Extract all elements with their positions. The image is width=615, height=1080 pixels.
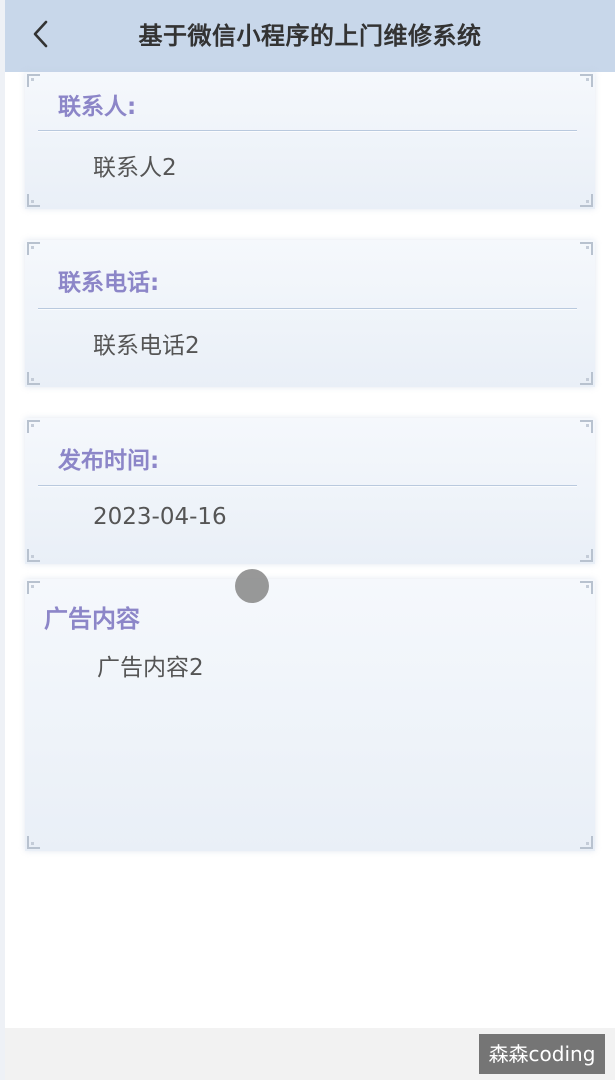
corner-bracket-icon xyxy=(27,835,41,849)
corner-bracket-icon xyxy=(579,242,593,256)
corner-bracket-icon xyxy=(27,548,41,562)
watermark: 森森coding xyxy=(479,1034,605,1074)
ad-content-label: 广告内容 xyxy=(44,605,140,633)
field-value: 联系人2 xyxy=(93,155,177,181)
field-divider xyxy=(38,308,577,309)
corner-bracket-icon xyxy=(27,242,41,256)
app-screen: 基于微信小程序的上门维修系统 联系人: 联系人2 联系电话: 联系电话2 发布时… xyxy=(0,0,615,1080)
nav-header: 基于微信小程序的上门维修系统 xyxy=(5,0,615,72)
corner-bracket-icon xyxy=(579,420,593,434)
publish-time-card: 发布时间: 2023-04-16 xyxy=(25,418,595,564)
corner-bracket-icon xyxy=(27,581,41,595)
page-title: 基于微信小程序的上门维修系统 xyxy=(138,22,482,50)
corner-bracket-icon xyxy=(579,193,593,207)
corner-bracket-icon xyxy=(27,371,41,385)
ad-content-text: 广告内容2 xyxy=(97,655,204,681)
field-value: 2023-04-16 xyxy=(93,504,227,530)
contact-phone-card: 联系电话: 联系电话2 xyxy=(25,240,595,387)
corner-bracket-icon xyxy=(27,420,41,434)
field-divider xyxy=(38,485,577,486)
corner-bracket-icon xyxy=(27,74,41,88)
touch-indicator xyxy=(235,569,269,603)
field-label: 发布时间: xyxy=(58,448,160,474)
corner-bracket-icon xyxy=(579,371,593,385)
corner-bracket-icon xyxy=(579,581,593,595)
left-edge xyxy=(0,0,5,1080)
field-value: 联系电话2 xyxy=(93,333,200,359)
field-divider xyxy=(38,130,577,131)
corner-bracket-icon xyxy=(579,74,593,88)
contact-person-card: 联系人: 联系人2 xyxy=(25,72,595,209)
corner-bracket-icon xyxy=(579,548,593,562)
chevron-left-icon xyxy=(30,19,52,53)
field-label: 联系电话: xyxy=(58,270,160,296)
back-button[interactable] xyxy=(19,14,63,58)
ad-content-card: 广告内容 广告内容2 xyxy=(25,579,595,851)
corner-bracket-icon xyxy=(27,193,41,207)
field-label: 联系人: xyxy=(58,94,137,120)
corner-bracket-icon xyxy=(579,835,593,849)
